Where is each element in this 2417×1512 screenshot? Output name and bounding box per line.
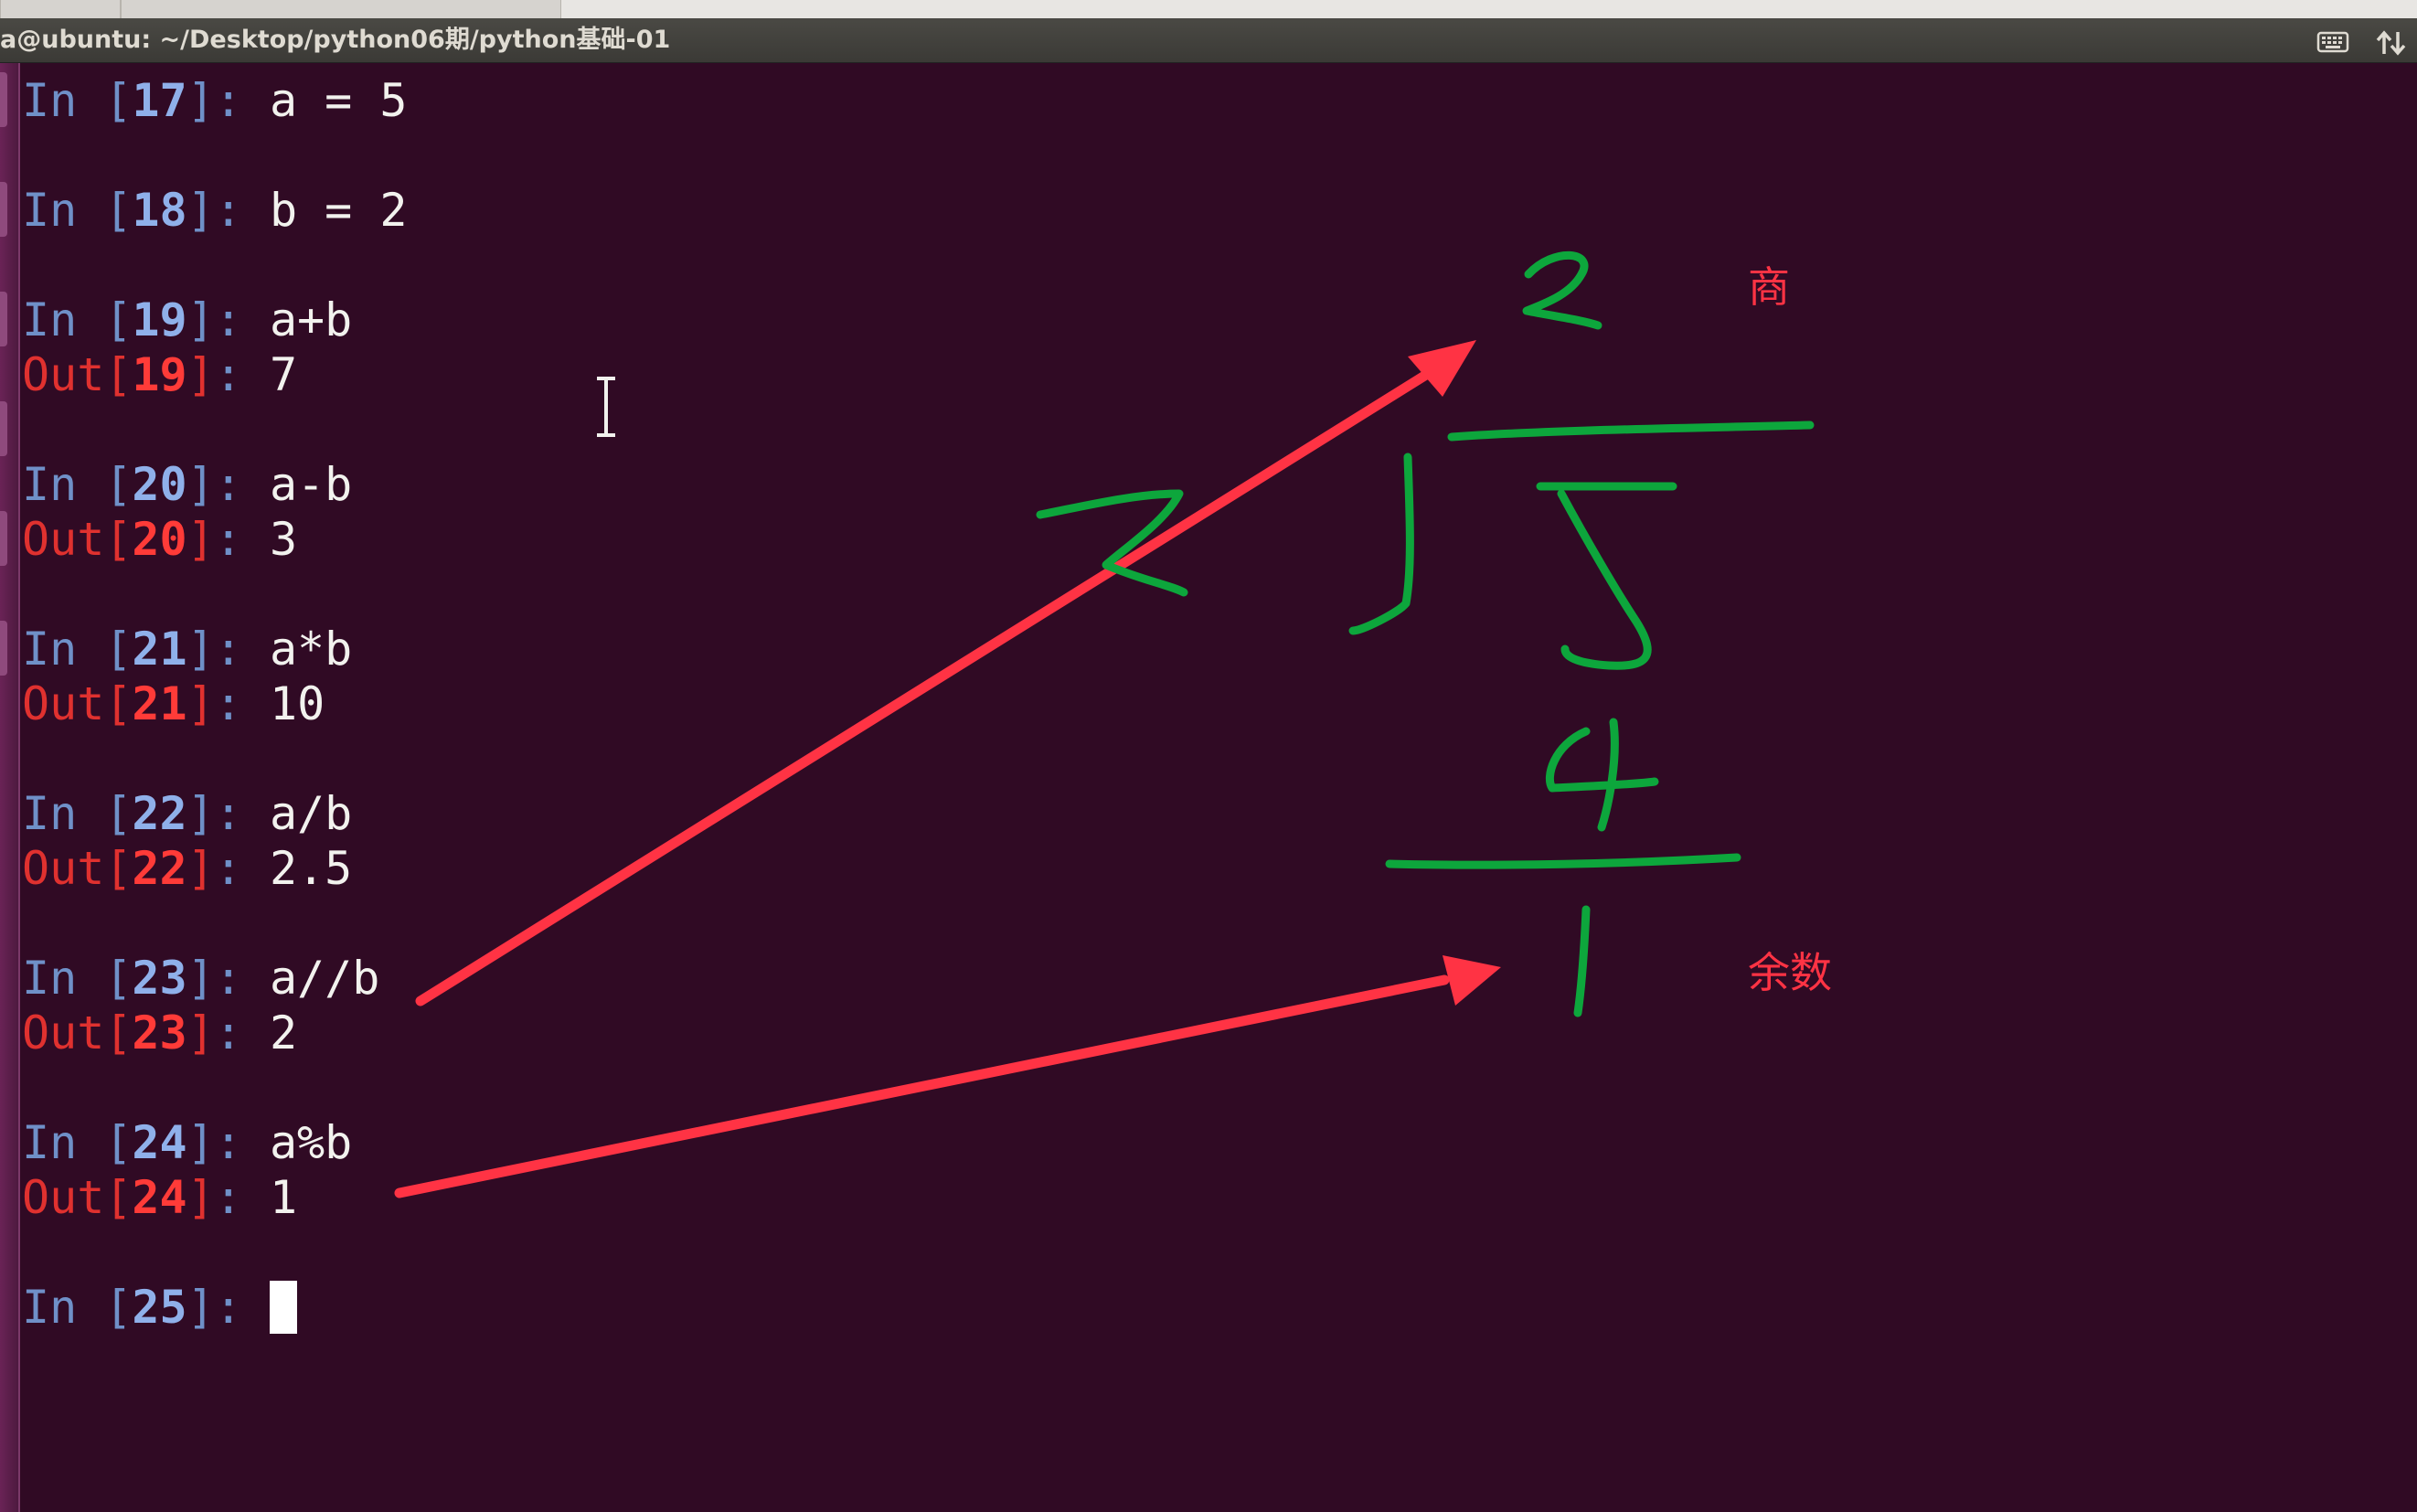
output-line: Out[23]: 2	[22, 1006, 298, 1059]
input-line: In [17]: a = 5	[22, 74, 408, 127]
in-prompt-number: 24	[132, 1116, 187, 1169]
output-line: Out[19]: 7	[22, 348, 298, 401]
quotient-label: 商	[1748, 262, 1790, 312]
output-value: 10	[269, 677, 325, 730]
division-bracket	[1348, 453, 1414, 635]
input-code: b = 2	[269, 184, 408, 237]
in-prompt-number: 18	[132, 184, 187, 237]
remainder-label: 余数	[1748, 948, 1832, 997]
launcher-item[interactable]	[0, 621, 7, 676]
output-value: 1	[269, 1171, 298, 1224]
in-prompt-label: In	[22, 623, 105, 676]
in-prompt-number: 19	[132, 293, 187, 346]
in-prompt-label: In	[22, 458, 105, 511]
output-value: 7	[269, 348, 298, 401]
input-code: a-b	[269, 458, 353, 511]
window-title: a@ubuntu: ~/Desktop/python06期/python基础-0…	[0, 26, 671, 54]
input-line: In [23]: a//b	[22, 952, 380, 1005]
keyboard-icon[interactable]	[2316, 29, 2349, 55]
dividend-digit	[1536, 482, 1677, 670]
product-digit	[1545, 718, 1659, 832]
text-cursor[interactable]	[269, 1281, 297, 1334]
input-code: a%b	[269, 1116, 353, 1169]
in-prompt-number: 20	[132, 458, 187, 511]
in-prompt-label: In	[22, 184, 105, 237]
input-code: a/b	[269, 787, 353, 840]
input-code: a*b	[269, 623, 353, 676]
browser-tab[interactable]	[0, 0, 121, 18]
output-line: Out[24]: 1	[22, 1171, 298, 1224]
out-prompt-label: Out	[22, 1171, 105, 1224]
in-prompt-label: In	[22, 1281, 105, 1334]
active-prompt-line[interactable]: In [25]:	[22, 1280, 936, 1335]
launcher-item[interactable]	[0, 511, 7, 566]
input-line: In [24]: a%b	[22, 1116, 353, 1169]
in-prompt-number: 25	[132, 1281, 187, 1334]
in-prompt-label: In	[22, 787, 105, 840]
browser-tab[interactable]	[121, 0, 561, 18]
quotient-digit	[1522, 250, 1602, 330]
subtraction-bar	[1385, 853, 1741, 869]
remainder-arrowhead	[1443, 955, 1501, 1006]
launcher-item[interactable]	[0, 182, 7, 237]
out-prompt-label: Out	[22, 1006, 105, 1059]
divisor-digit	[1036, 489, 1188, 597]
out-prompt-label: Out	[22, 513, 105, 566]
input-line: In [18]: b = 2	[22, 184, 408, 237]
launcher-item[interactable]	[0, 72, 7, 127]
output-value: 2.5	[269, 842, 353, 895]
in-prompt-number: 22	[132, 787, 187, 840]
input-code: a = 5	[269, 74, 408, 127]
in-prompt-label: In	[22, 1116, 105, 1169]
ibeam-cursor-icon	[597, 377, 615, 437]
in-prompt-number: 23	[132, 952, 187, 1005]
output-value: 2	[269, 1006, 298, 1059]
terminal-titlebar: a@ubuntu: ~/Desktop/python06期/python基础-0…	[0, 18, 2417, 63]
launcher-item[interactable]	[0, 292, 7, 346]
out-prompt-number: 21	[132, 677, 187, 730]
input-line: In [22]: a/b	[22, 787, 353, 840]
out-prompt-number: 19	[132, 348, 187, 401]
remainder-digit	[1573, 905, 1591, 1017]
out-prompt-number: 24	[132, 1171, 187, 1224]
green-handwriting	[1036, 250, 1815, 1017]
input-line: In [21]: a*b	[22, 623, 353, 676]
in-prompt-number: 17	[132, 74, 187, 127]
input-code: a+b	[269, 293, 353, 346]
in-prompt-label: In	[22, 74, 105, 127]
division-bar	[1447, 421, 1815, 442]
output-value: 3	[269, 513, 298, 566]
out-prompt-number: 22	[132, 842, 187, 895]
network-arrows-icon[interactable]	[2375, 29, 2408, 56]
output-line: Out[21]: 10	[22, 677, 325, 730]
out-prompt-number: 20	[132, 513, 187, 566]
out-prompt-number: 23	[132, 1006, 187, 1059]
top-tab-strip	[0, 0, 2417, 18]
in-prompt-number: 21	[132, 623, 187, 676]
output-line: Out[22]: 2.5	[22, 842, 353, 895]
in-prompt-label: In	[22, 952, 105, 1005]
out-prompt-label: Out	[22, 842, 105, 895]
output-line: Out[20]: 3	[22, 513, 298, 566]
quotient-arrowhead	[1408, 340, 1476, 397]
input-code: a//b	[269, 952, 380, 1005]
launcher-edge	[0, 63, 20, 1512]
out-prompt-label: Out	[22, 677, 105, 730]
ipython-console[interactable]: In [17]: a = 5 In [18]: b = 2 In [19]: a…	[22, 73, 936, 1335]
launcher-item[interactable]	[0, 401, 7, 456]
in-prompt-label: In	[22, 293, 105, 346]
input-line: In [20]: a-b	[22, 458, 353, 511]
out-prompt-label: Out	[22, 348, 105, 401]
input-line: In [19]: a+b	[22, 293, 353, 346]
